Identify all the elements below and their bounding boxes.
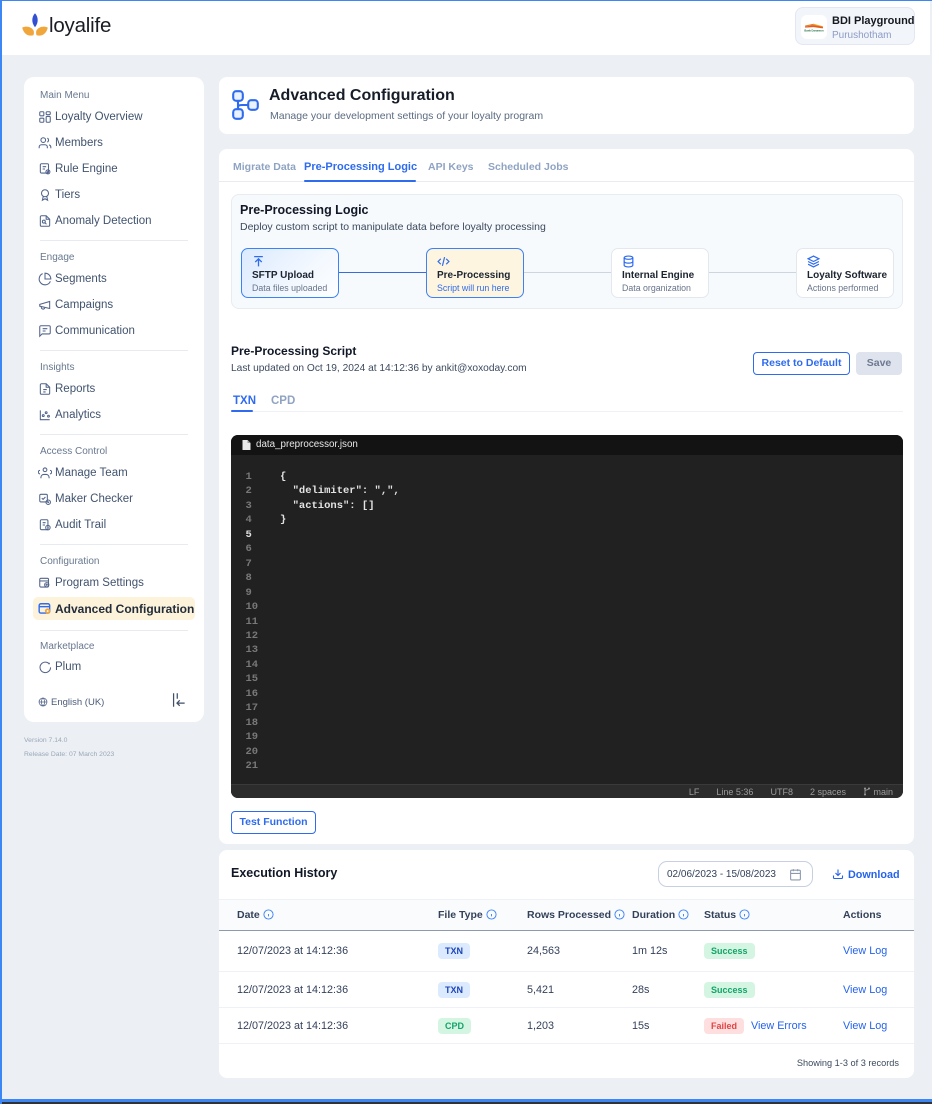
svg-text:Bank Danamon: Bank Danamon bbox=[804, 29, 824, 33]
